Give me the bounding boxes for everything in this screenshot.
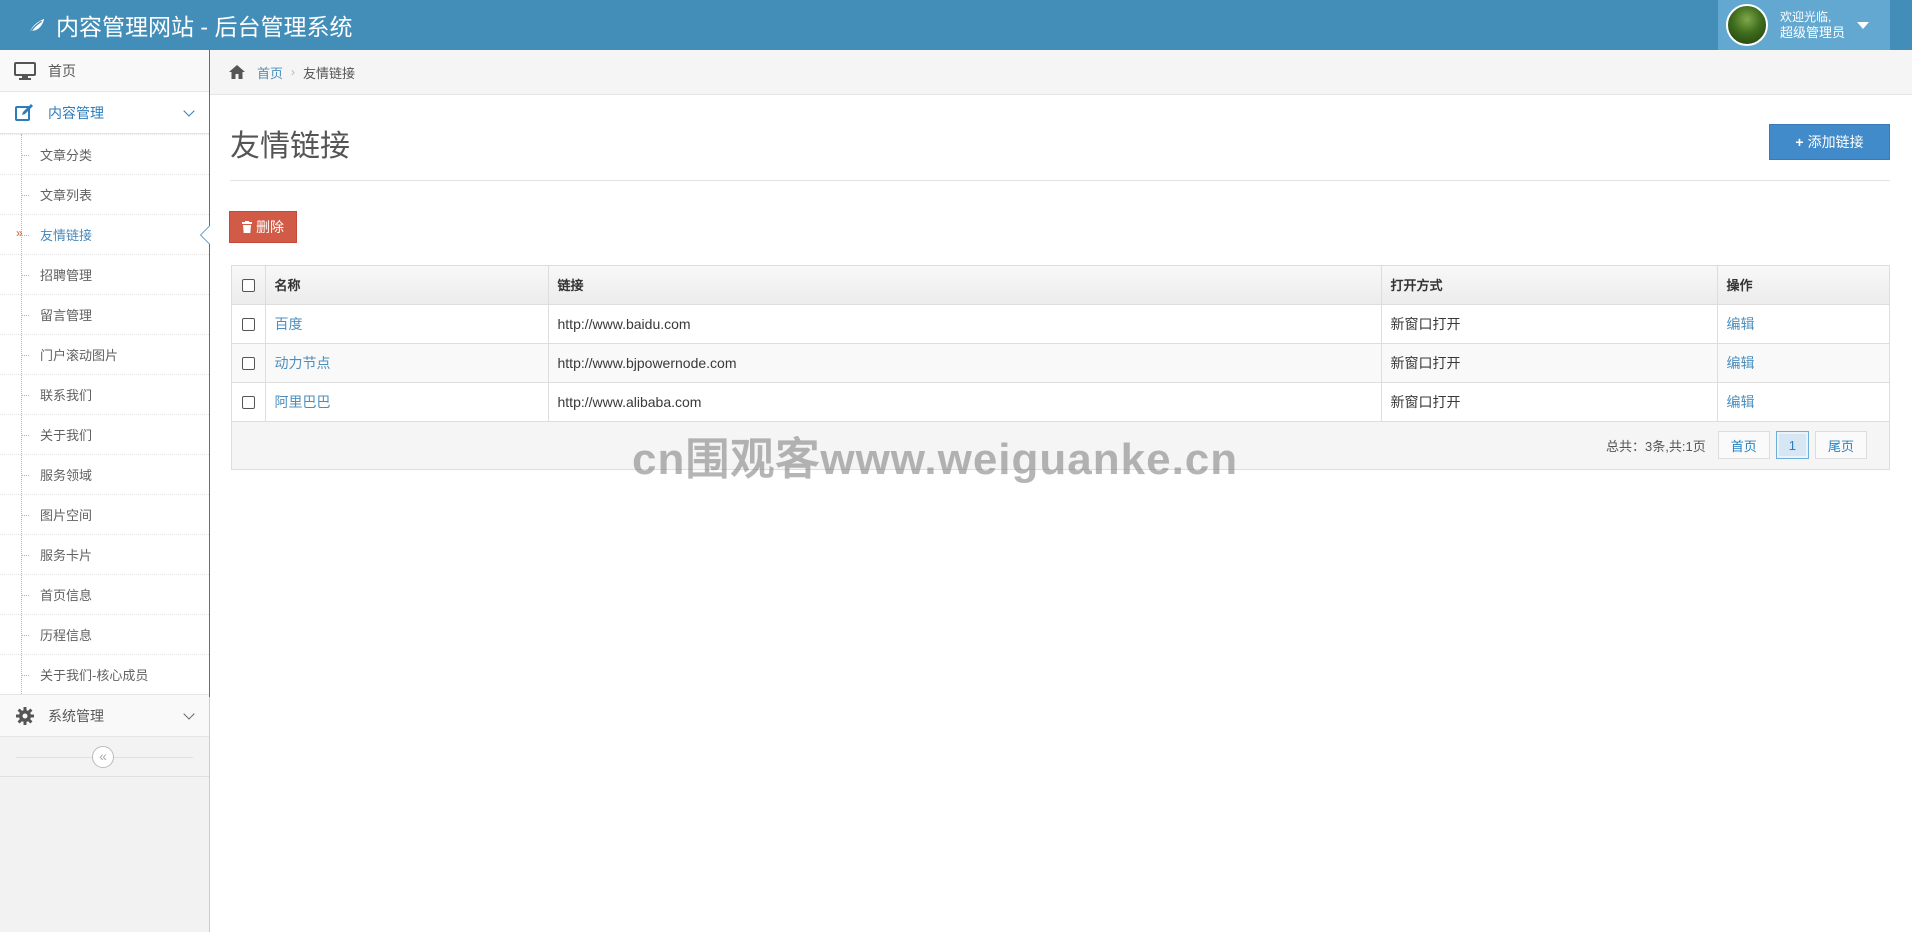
watermark: cn围观客www.weiguanke.cn (632, 435, 1239, 484)
row-link: http://www.alibaba.com (548, 382, 1382, 422)
sidebar-sub-item[interactable]: 服务卡片 (0, 534, 209, 574)
breadcrumb: 首页 › 友情链接 (210, 50, 1912, 95)
sidebar-sub-item[interactable]: 联系我们 (0, 374, 209, 414)
sidebar: 首页 内容管理 文章分类 文章列表 » 友情链接 招聘管理 留言管理 门户滚动图片… (0, 50, 210, 932)
current-page-button[interactable]: 1 (1775, 431, 1809, 459)
row-edit-link[interactable]: 编辑 (1727, 355, 1755, 371)
monitor-icon (14, 61, 36, 81)
user-name: 超级管理员 (1780, 25, 1846, 40)
collapse-sidebar-button[interactable]: « (92, 746, 114, 768)
user-greeting: 欢迎光临, (1780, 10, 1832, 24)
chevron-down-icon (183, 105, 195, 117)
row-edit-link[interactable]: 编辑 (1727, 316, 1755, 332)
leaf-icon (28, 16, 47, 34)
sidebar-sub-item[interactable]: 图片空间 (0, 494, 209, 534)
sidebar-sub-item-active[interactable]: » 友情链接 (0, 214, 210, 254)
user-menu[interactable]: 欢迎光临, 超级管理员 (1718, 0, 1890, 50)
sidebar-item-home[interactable]: 首页 (0, 50, 209, 92)
row-checkbox[interactable] (242, 396, 255, 410)
sidebar-item-system[interactable]: 系统管理 (0, 695, 209, 737)
row-link: http://www.bjpowernode.com (548, 343, 1382, 383)
add-link-button[interactable]: + 添加链接 (1769, 124, 1890, 160)
delete-button[interactable]: 删除 (229, 211, 297, 243)
sidebar-collapse-bar: « (0, 737, 209, 777)
row-edit-link[interactable]: 编辑 (1727, 394, 1755, 410)
sidebar-item-content[interactable]: 内容管理 (0, 92, 209, 134)
sidebar-sub-item[interactable]: 留言管理 (0, 294, 209, 334)
table-row: 阿里巴巴 http://www.alibaba.com 新窗口打开 编辑 (232, 382, 1889, 422)
column-header-name: 名称 (265, 266, 549, 305)
edit-icon (14, 103, 36, 123)
sidebar-sub-item[interactable]: 招聘管理 (0, 254, 209, 294)
row-checkbox[interactable] (242, 318, 255, 332)
plus-icon: + (1795, 134, 1804, 150)
pagination-total: 总共：3条,共:1页 (1606, 438, 1706, 454)
row-name-link[interactable]: 动力节点 (275, 355, 331, 371)
sidebar-sub-item[interactable]: 关于我们 (0, 414, 209, 454)
sidebar-sub-item[interactable]: 关于我们-核心成员 (0, 654, 209, 694)
column-header-action: 操作 (1717, 266, 1889, 305)
double-arrow-icon: » (16, 226, 23, 240)
breadcrumb-current: 友情链接 (303, 65, 356, 81)
header-divider (230, 180, 1890, 181)
app-title: 内容管理网站 - 后台管理系统 (56, 14, 353, 40)
chevron-down-icon (183, 708, 195, 720)
row-name-link[interactable]: 阿里巴巴 (275, 394, 331, 410)
brand[interactable]: 内容管理网站 - 后台管理系统 (26, 0, 352, 50)
last-page-button[interactable]: 尾页 (1814, 431, 1867, 459)
column-header-open-mode: 打开方式 (1381, 266, 1718, 305)
home-icon (229, 65, 245, 79)
row-checkbox[interactable] (242, 357, 255, 371)
avatar (1726, 4, 1768, 46)
select-all-checkbox[interactable] (242, 279, 255, 293)
row-name-link[interactable]: 百度 (275, 316, 303, 332)
row-open-mode: 新窗口打开 (1381, 304, 1718, 344)
sidebar-sub-item[interactable]: 首页信息 (0, 574, 209, 614)
caret-down-icon (1857, 21, 1870, 29)
row-link: http://www.baidu.com (548, 304, 1382, 344)
sidebar-sub-item[interactable]: 门户滚动图片 (0, 334, 209, 374)
table-row: 动力节点 http://www.bjpowernode.com 新窗口打开 编辑 (232, 343, 1889, 383)
trash-icon (242, 221, 252, 233)
content-submenu: 文章分类 文章列表 » 友情链接 招聘管理 留言管理 门户滚动图片 联系我们 关于… (0, 134, 210, 695)
first-page-button[interactable]: 首页 (1717, 431, 1770, 459)
sidebar-item-label: 内容管理 (48, 104, 104, 121)
row-open-mode: 新窗口打开 (1381, 382, 1718, 422)
sidebar-sub-item[interactable]: 文章分类 (0, 134, 209, 174)
user-info: 欢迎光临, 超级管理员 (1780, 9, 1845, 41)
top-navbar: 内容管理网站 - 后台管理系统 欢迎光临, 超级管理员 (0, 0, 1912, 50)
table-row: 百度 http://www.baidu.com 新窗口打开 编辑 (232, 304, 1889, 344)
breadcrumb-separator: › (291, 65, 296, 79)
gear-icon (14, 706, 36, 726)
sidebar-item-label: 系统管理 (48, 707, 104, 724)
row-open-mode: 新窗口打开 (1381, 343, 1718, 383)
sidebar-sub-item[interactable]: 服务领域 (0, 454, 209, 494)
sidebar-sub-item[interactable]: 文章列表 (0, 174, 209, 214)
page-title: 友情链接 (230, 130, 350, 163)
sidebar-item-label: 首页 (48, 62, 76, 79)
table-header-row: 名称 链接 打开方式 操作 (232, 266, 1889, 305)
column-header-link: 链接 (548, 266, 1382, 305)
breadcrumb-home-link[interactable]: 首页 (257, 63, 283, 82)
sidebar-sub-item[interactable]: 历程信息 (0, 614, 209, 654)
